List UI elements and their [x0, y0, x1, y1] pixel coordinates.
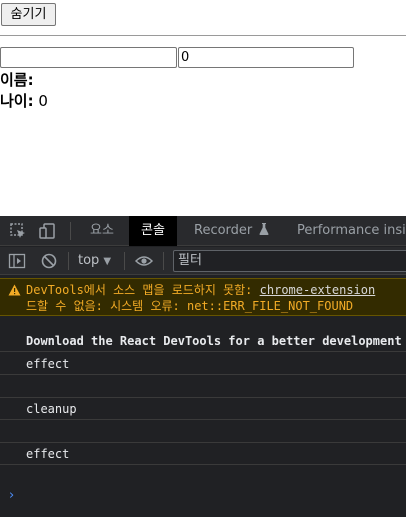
console-warning: DevTools에서 소스 맵을 로드하지 못함: chrome-extensi… — [0, 278, 406, 316]
devtools-tabbar: 요소 콘솔 Recorder Performance insigh — [0, 216, 406, 246]
warning-link[interactable]: chrome-extension — [260, 283, 376, 297]
age-input[interactable]: 0 — [178, 47, 354, 68]
devtools-panel: 요소 콘솔 Recorder Performance insigh top▼ 필… — [0, 216, 406, 517]
toolbar-separator — [163, 252, 164, 270]
age-label: 나이: — [0, 92, 34, 110]
page-area: 숨기기 0 이름: 나이: 0 — [0, 0, 406, 216]
console-message: effect — [0, 443, 406, 465]
context-select-value: top — [78, 253, 100, 268]
tab-elements[interactable]: 요소 — [78, 216, 126, 246]
tab-console[interactable]: 콘솔 — [129, 216, 177, 246]
toolbar-separator — [124, 252, 125, 270]
name-label: 이름: — [0, 71, 34, 89]
hide-button[interactable]: 숨기기 — [1, 3, 56, 26]
flask-icon — [259, 223, 269, 235]
chevron-down-icon: ▼ — [103, 256, 112, 267]
tab-performance-insights[interactable]: Performance insigh — [285, 216, 406, 246]
console-message: effect — [0, 353, 406, 375]
console-message — [0, 421, 406, 443]
toolbar-separator — [68, 252, 69, 270]
console-message: cleanup — [0, 398, 406, 420]
divider — [0, 35, 406, 36]
inspect-element-icon[interactable] — [9, 222, 27, 240]
tab-recorder[interactable]: Recorder — [182, 216, 281, 246]
warning-icon — [8, 284, 21, 296]
name-input[interactable] — [0, 47, 177, 68]
warning-text-line2: 드할 수 없음: 시스템 오류: net::ERR_FILE_NOT_FOUND — [26, 299, 354, 313]
warning-text-line1: DevTools에서 소스 맵을 로드하지 못함: chrome-extensi… — [26, 282, 375, 298]
console-output: DevTools에서 소스 맵을 로드하지 못함: chrome-extensi… — [0, 276, 406, 517]
filter-input[interactable]: 필터 — [173, 250, 406, 272]
age-value: 0 — [38, 92, 48, 110]
console-toolbar: top ▼ 필터 — [0, 247, 406, 275]
tab-recorder-label: Recorder — [194, 223, 253, 238]
toolbar-separator — [70, 222, 71, 240]
clear-console-icon[interactable] — [40, 252, 58, 270]
sidebar-toggle-icon[interactable] — [8, 252, 26, 270]
age-display: 나이: 0 — [0, 91, 48, 111]
eye-icon[interactable] — [134, 252, 154, 270]
prompt-chevron-icon[interactable]: › — [9, 488, 14, 503]
name-display: 이름: — [0, 70, 34, 90]
context-select[interactable]: top ▼ — [78, 251, 111, 271]
console-message — [0, 376, 406, 398]
console-message: Download the React DevTools for a better… — [0, 330, 406, 352]
device-toolbar-icon[interactable] — [38, 222, 56, 240]
warning-message: DevTools에서 소스 맵을 로드하지 못함: — [26, 283, 260, 297]
